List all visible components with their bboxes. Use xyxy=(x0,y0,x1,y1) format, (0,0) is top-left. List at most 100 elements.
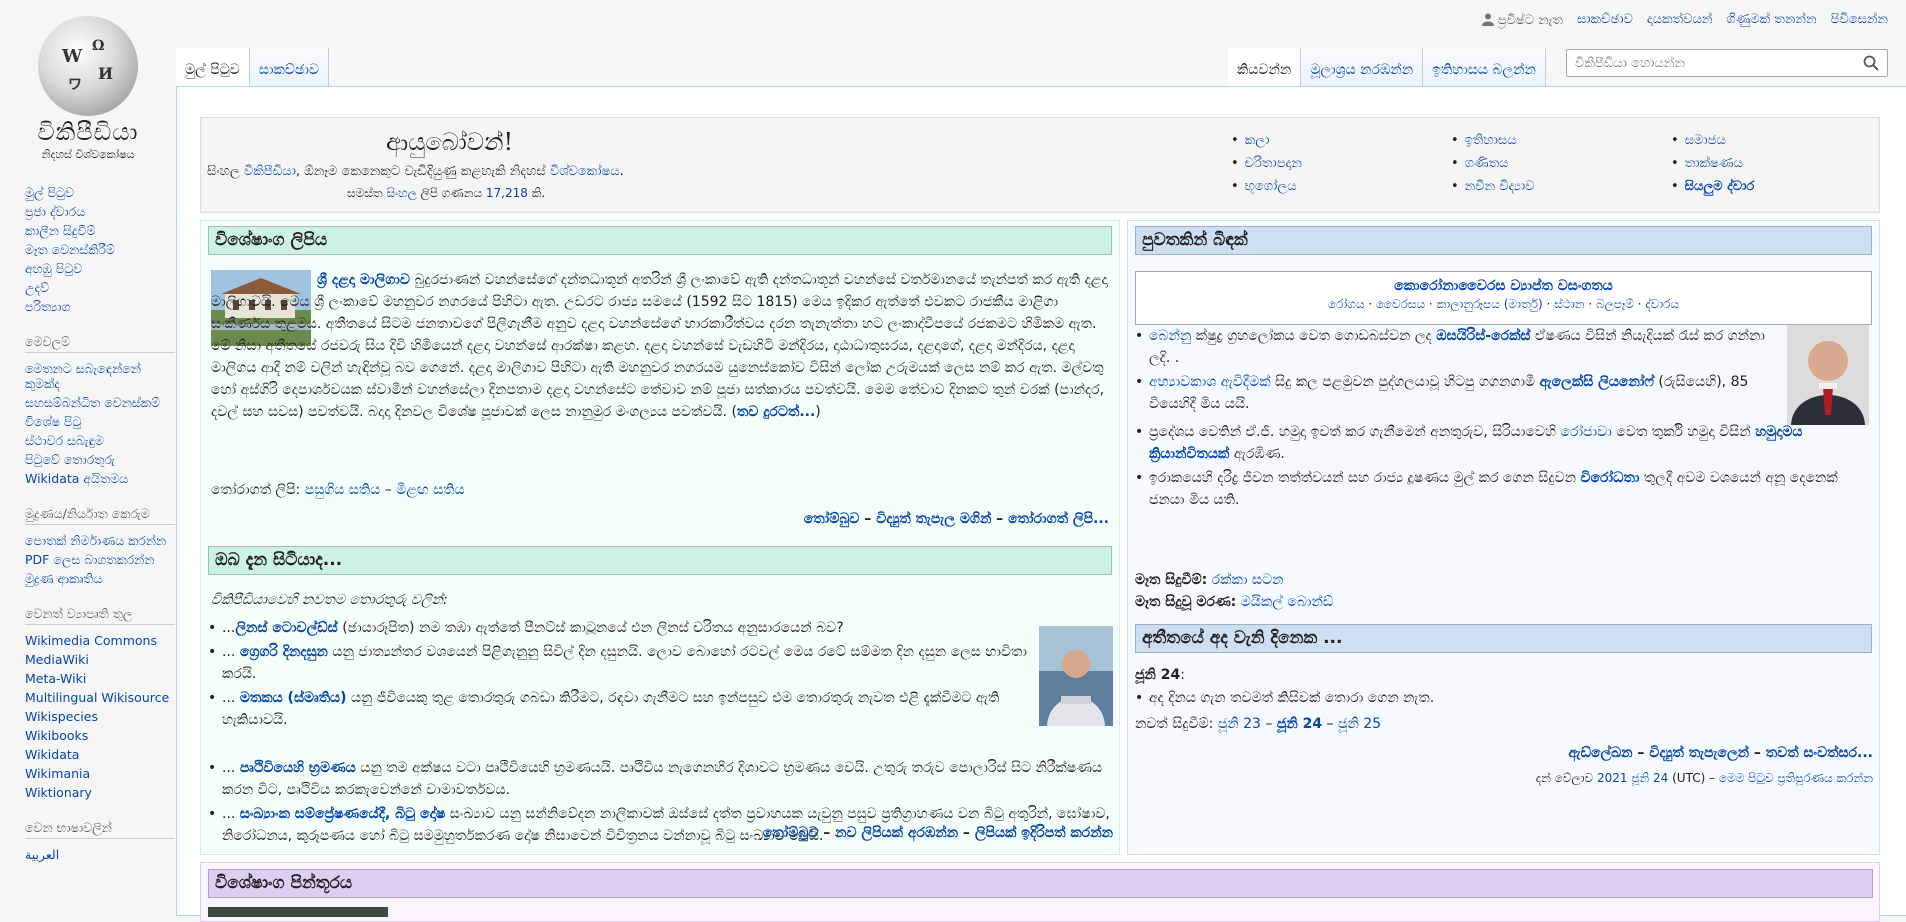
sinhala-link[interactable]: සිංහල xyxy=(386,186,416,200)
read-more-link[interactable]: තව දුරටත්... xyxy=(737,404,815,420)
start-new-article-link[interactable]: නව ලිපියක් අරඹන්න xyxy=(835,825,958,841)
user-contribs-link[interactable]: දායකත්වයන් xyxy=(1647,12,1712,27)
tab-view-source[interactable]: මූලාශ්‍රය නරඹන්න xyxy=(1301,48,1424,86)
dyk-archive-link[interactable]: තෝම්බුව xyxy=(763,825,819,841)
covid-portal-link[interactable]: ද්වාරය xyxy=(1645,297,1679,311)
sidebar-item-permanent-link[interactable]: ස්ථාවර සබැඳුම xyxy=(25,433,104,448)
sidebar-item-what-links-here[interactable]: මෙතනට සබැඳෙන්නේ කුමක්ද xyxy=(25,361,141,391)
otd-archive-link[interactable]: ඇඩ්ලේඛන xyxy=(1568,745,1632,761)
sidebar-item-wikisource[interactable]: Multilingual Wikisource xyxy=(25,690,169,705)
portal-society[interactable]: සමාජය xyxy=(1685,133,1726,148)
last-week-link[interactable]: පසුගිය සතිය xyxy=(305,482,381,498)
news-link-bold[interactable]: ඇලෙක්සි ලියනෝෆ් xyxy=(1539,374,1653,390)
sidebar-item-special-pages[interactable]: විශේෂ පිටු xyxy=(25,414,81,429)
dyk-link[interactable]: සංඛ්‍යාංක සම්ප්‍රේෂණයේදී, බිටු දෝෂ xyxy=(240,806,446,822)
sidebar-item-language-arabic[interactable]: العربية xyxy=(25,847,59,862)
day-link-june-23[interactable]: ජූනි 23 xyxy=(1218,716,1261,732)
date-link[interactable]: ජූනි 24 xyxy=(1631,771,1668,785)
wikipedia-link[interactable]: විකිපීඩියා xyxy=(244,164,296,179)
sidebar-item-mediawiki[interactable]: MediaWiki xyxy=(25,652,89,667)
day-link-june-25[interactable]: ජූනි 25 xyxy=(1338,716,1381,732)
dyk-link[interactable]: ලිනස් ටොවල්ඩ්ස් xyxy=(235,620,337,636)
sidebar-item-wikidata-item[interactable]: Wikidata අයිතමය xyxy=(25,471,128,486)
news-link-bold[interactable]: විරෝධතා xyxy=(1580,470,1639,486)
sidebar-item-wikidata[interactable]: Wikidata xyxy=(25,747,79,762)
dyk-link[interactable]: පෘථිවියෙහි භ්‍රමණය xyxy=(240,760,356,776)
tab-talk[interactable]: සාකච්ඡාව xyxy=(249,48,330,86)
day-link-june-24[interactable]: ජූනි 24 xyxy=(1277,716,1322,732)
site-logo[interactable]: W Ω И ワ විකිපීඩියා නිදහස් විශ්වකෝෂය xyxy=(0,0,176,161)
otd-recent-label: නවත් සිදුවීම්: xyxy=(1135,716,1218,732)
dyk-link[interactable]: ග්‍රෙගරි දිනදසුන xyxy=(240,644,328,660)
user-talk-link[interactable]: සාකච්ඡාව xyxy=(1577,12,1633,27)
portal-all[interactable]: සියලුම ද්වාර xyxy=(1685,179,1755,194)
news-text: ඉරාකයෙහි දරිද්‍ර ජීවන තත්ත්වයන් සහ රාජ්‍… xyxy=(1149,470,1581,486)
featured-article-link[interactable]: ශ්‍රී දළදා මාලිගාව xyxy=(317,272,410,288)
more-featured-link[interactable]: තෝරාගත් ලිපි... xyxy=(1008,511,1109,527)
sidebar-item-page-info[interactable]: පිටුවේ තොරතුරු xyxy=(25,452,115,467)
portal-mathematics[interactable]: ගණිතය xyxy=(1465,156,1509,171)
sidebar-item-create-book[interactable]: පොතක් නිර්මාණය කරන්න xyxy=(25,533,166,548)
featured-archive-link[interactable]: තෝම්බුව xyxy=(804,511,860,527)
tab-view-history[interactable]: ඉතිහාසය බලන්න xyxy=(1423,48,1546,86)
sidebar-item-commons[interactable]: Wikimedia Commons xyxy=(25,633,157,648)
tab-main-page[interactable]: මුල් පිටුව xyxy=(176,48,250,86)
sidebar-item-wikimania[interactable]: Wikimania xyxy=(25,766,90,781)
create-account-link[interactable]: ගිණුමක් තනන්න xyxy=(1726,12,1816,27)
sidebar-navigation: මුල් පිටුව ප්‍රජා ද්වාරය කාලීන සිදුවීම් … xyxy=(25,185,175,314)
sidebar-item-download-pdf[interactable]: PDF ලෙස බාගතකරන්න xyxy=(25,552,154,567)
sidebar-item-community-portal[interactable]: ප්‍රජා ද්වාරය xyxy=(25,204,85,219)
encyclopedia-link[interactable]: විශ්වකෝෂය xyxy=(550,164,620,179)
portal-arts[interactable]: කලා xyxy=(1245,133,1270,148)
search-icon[interactable] xyxy=(1863,55,1879,71)
news-link-bold[interactable]: ඔසයිරිස්-රෙක්ස් xyxy=(1436,328,1530,344)
covid-pandemic-link[interactable]: කොරෝනාවෛරස ව්‍යාප්ත වසංගතය xyxy=(1394,278,1613,294)
covid-disease-link[interactable]: රෝගය xyxy=(1328,297,1365,311)
login-link[interactable]: පිවිසෙන්න xyxy=(1831,12,1888,27)
portal-science[interactable]: නවීන විද්‍යාව xyxy=(1465,179,1535,194)
portal-biography[interactable]: චරිතාපදාන xyxy=(1245,156,1302,171)
news-link[interactable]: රෝජාවා xyxy=(1560,424,1611,440)
search-input[interactable]: විකිපීඩියා හොයන්න xyxy=(1566,49,1888,77)
sidebar-item-current-events[interactable]: කාලීන සිදුවීම් xyxy=(25,223,95,238)
sidebar-item-wiktionary[interactable]: Wiktionary xyxy=(25,785,92,800)
tools-list: මෙතනට සබැඳෙන්නේ කුමක්ද සහසම්බන්ධිත වෙනස්… xyxy=(25,361,175,486)
news-image[interactable] xyxy=(1787,325,1869,425)
featured-column: විශේෂාංග ලිපිය ශ්‍රී දළදා මාලිගාව බුදුරජ… xyxy=(200,220,1120,855)
article-count: සමස්ත සිංහල ලිපි ගණනය 17,218 කි. xyxy=(347,186,545,201)
sidebar-item-printable[interactable]: මුද්‍රණ ආකෘතිය xyxy=(25,571,102,586)
otd-email-link[interactable]: විද්‍යුත් තැපැලෙන් xyxy=(1649,745,1749,761)
sidebar-item-meta-wiki[interactable]: Meta-Wiki xyxy=(25,671,86,686)
article-count-link[interactable]: 17,218 xyxy=(486,186,528,200)
purge-page-link[interactable]: මෙම පිටුව ප්‍රතිපූරණය කරන්න xyxy=(1719,771,1873,785)
covid-impact-link[interactable]: බලපෑම් xyxy=(1596,297,1634,311)
covid-virus-link[interactable]: වෛරසය xyxy=(1376,297,1425,311)
news-link[interactable]: බෙන්නු xyxy=(1149,328,1191,344)
nominate-article-link[interactable]: ලිපියක් ඉදිරිපත් කරන්න xyxy=(975,825,1113,841)
sidebar-item-related-changes[interactable]: සහසම්බන්ධිත වෙනස්කම් xyxy=(25,395,160,410)
ongoing-link[interactable]: රක්කා සටන xyxy=(1207,572,1284,588)
sidebar-item-random-page[interactable]: අහඹු පිටුව xyxy=(25,261,82,276)
covid-locations-link[interactable]: ස්ථාන xyxy=(1554,297,1584,311)
sidebar-item-main-page[interactable]: මුල් පිටුව xyxy=(25,185,74,200)
sidebar-item-recent-changes[interactable]: මෑත වෙනස්කිරීම් xyxy=(25,242,115,257)
site-wordmark: විකිපීඩියා xyxy=(37,118,139,146)
sidebar-item-wikibooks[interactable]: Wikibooks xyxy=(25,728,88,743)
portal-history[interactable]: ඉතිහාසය xyxy=(1465,133,1517,148)
year-link[interactable]: 2021 xyxy=(1597,771,1628,785)
portal-technology[interactable]: තාක්ෂණය xyxy=(1685,156,1743,171)
sidebar-item-wikispecies[interactable]: Wikispecies xyxy=(25,709,98,724)
featured-picture-image[interactable] xyxy=(208,907,388,917)
portal-geography[interactable]: භූගෝලය xyxy=(1245,179,1297,194)
more-anniversaries-link[interactable]: තවත් සංවත්සර... xyxy=(1766,745,1873,761)
news-link[interactable]: අභ්‍යාවකාශ ඇවිදීමක් xyxy=(1149,374,1271,390)
dyk-link[interactable]: මතකය (ස්මෘතිය) xyxy=(240,690,347,706)
tab-read[interactable]: කියවන්න xyxy=(1228,48,1302,86)
featured-email-link[interactable]: විද්‍යුත් තැපැල මගින් xyxy=(876,511,991,527)
dyk-image[interactable] xyxy=(1039,626,1113,726)
sidebar-item-donate[interactable]: පරිත්‍යාග xyxy=(25,299,70,314)
sidebar-item-help[interactable]: උදව් xyxy=(25,280,49,295)
covid-timeline-link[interactable]: කාලානුරූපය (මාර්තු) xyxy=(1437,297,1543,311)
deaths-link[interactable]: මයිකල් බොන්ඩ් xyxy=(1236,594,1334,610)
next-week-link[interactable]: මීළඟ සතිය xyxy=(396,482,464,498)
